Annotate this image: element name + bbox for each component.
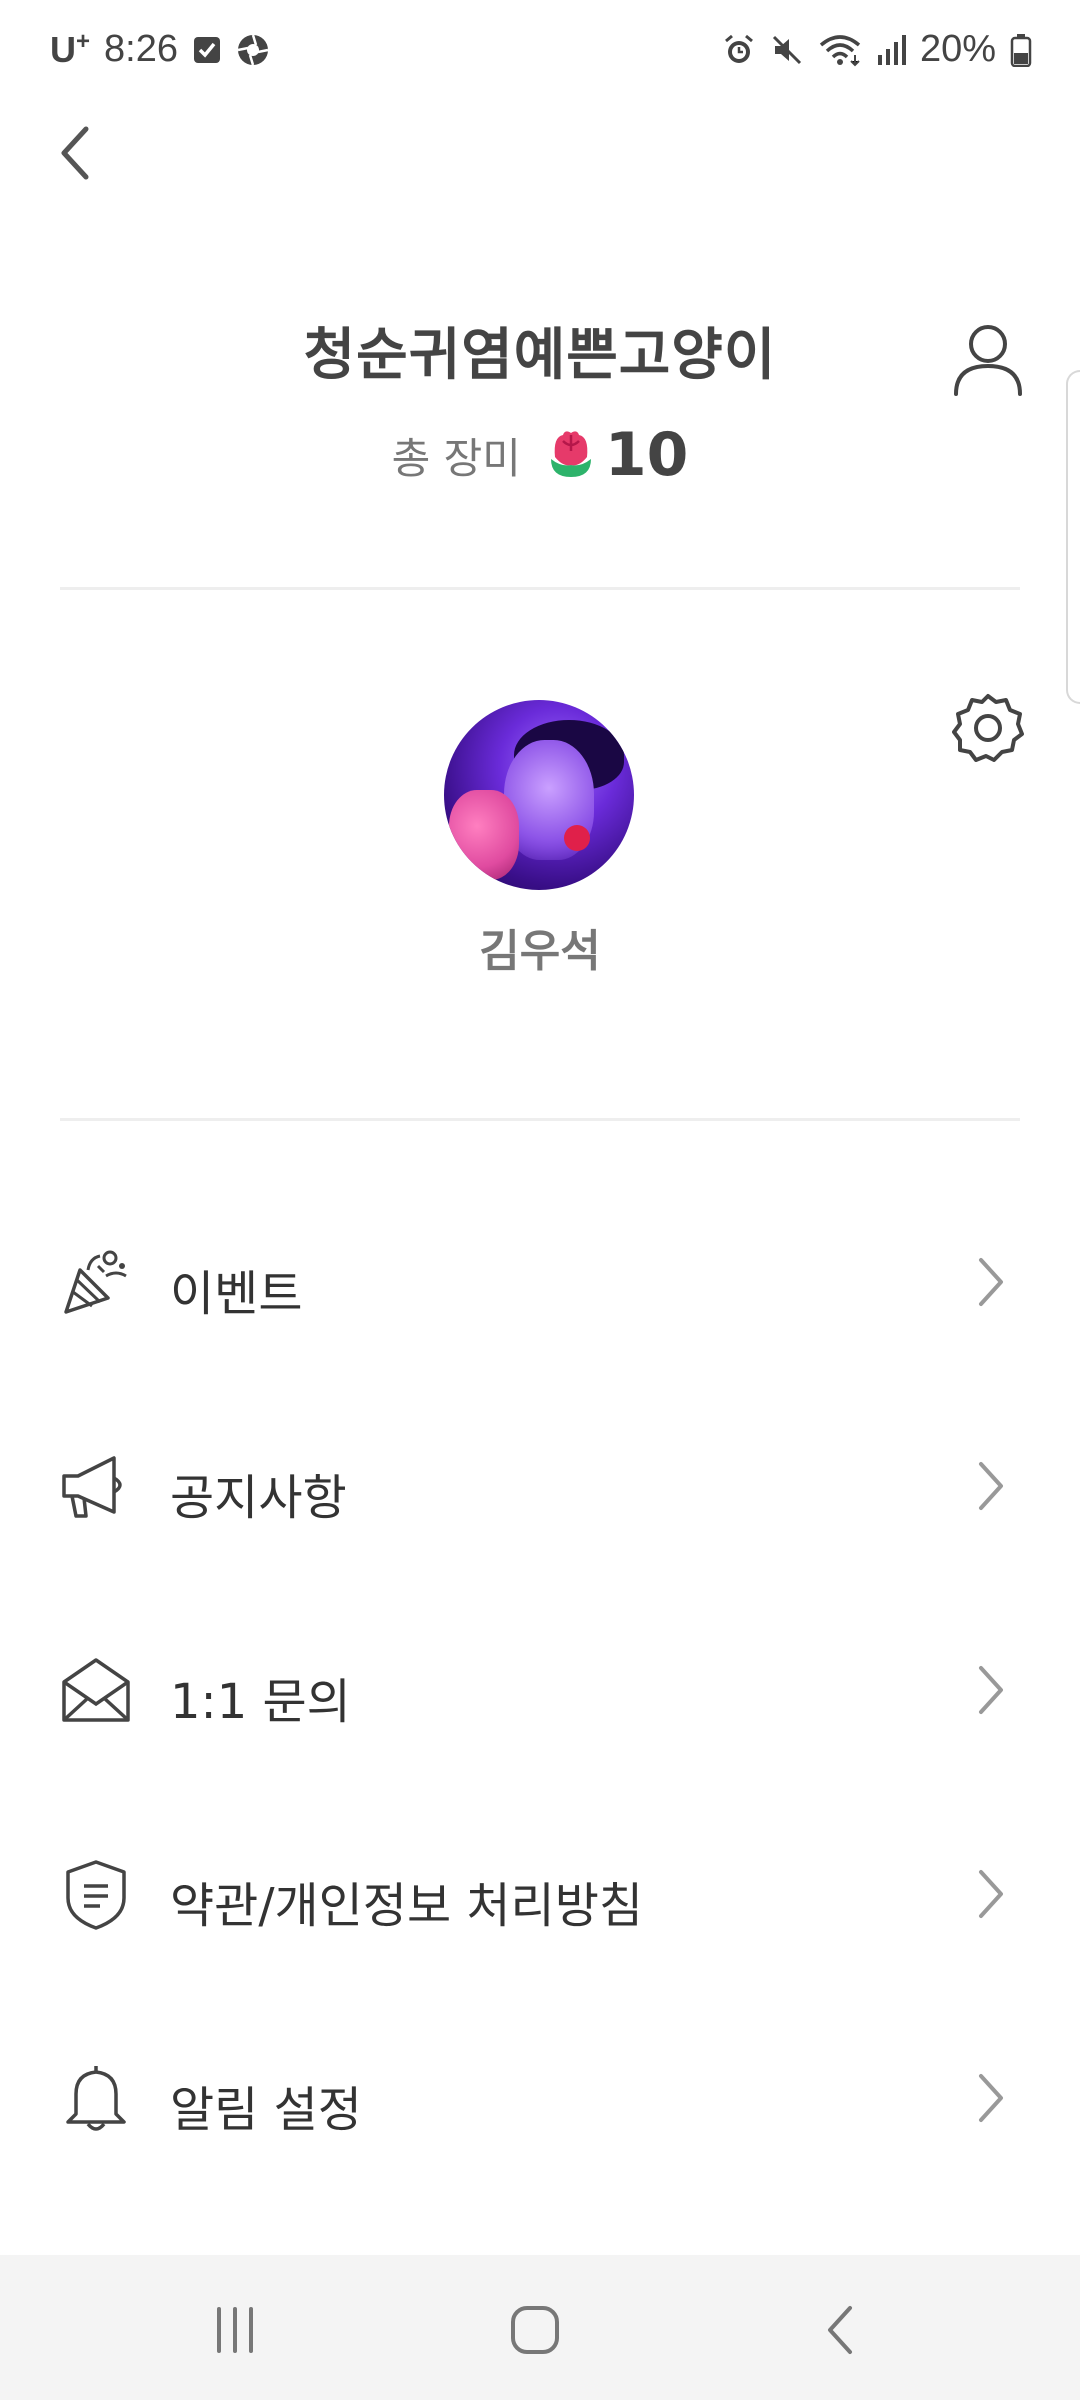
avatar[interactable]	[444, 700, 634, 890]
rose-label: 총 장미	[391, 433, 521, 483]
menu-item-label: 약관/개인정보 처리방침	[170, 1878, 644, 1934]
chevron-right-icon	[975, 1866, 1007, 1922]
chevron-right-icon	[975, 1458, 1007, 1514]
system-nav-bar	[0, 2255, 1080, 2400]
checkbox-icon	[192, 35, 222, 65]
chevron-right-icon	[975, 1254, 1007, 1310]
home-icon	[511, 2306, 559, 2354]
chevron-right-icon	[975, 2070, 1007, 2126]
back-button[interactable]	[50, 118, 100, 188]
divider-middle	[60, 1118, 1020, 1121]
menu-item-label: 1:1 문의	[170, 1674, 351, 1730]
party-popper-icon	[60, 1246, 132, 1318]
chevron-left-icon	[61, 126, 89, 180]
bell-icon	[60, 2062, 132, 2134]
home-button[interactable]	[490, 2295, 580, 2365]
user-profile-button[interactable]	[950, 320, 1026, 400]
battery-percent: 20%	[919, 28, 996, 70]
wifi-icon	[818, 33, 862, 67]
edge-panel-handle[interactable]	[1066, 370, 1080, 704]
aperture-icon	[236, 33, 270, 67]
settings-button[interactable]	[950, 690, 1026, 766]
status-right: 20%	[722, 28, 1032, 71]
recents-button[interactable]	[190, 2295, 280, 2365]
menu-item-label: 알림 설정	[170, 2082, 362, 2138]
chevron-right-icon	[975, 1662, 1007, 1718]
nav-back-button[interactable]	[795, 2295, 885, 2365]
person-icon	[954, 325, 1022, 396]
rose-summary: 총 장미 10	[0, 420, 1080, 490]
clock: 8:26	[104, 28, 178, 70]
rose-icon	[545, 427, 597, 483]
signal-icon	[876, 33, 906, 67]
back-icon	[828, 2306, 852, 2354]
alarm-icon	[722, 33, 756, 67]
status-left: U+ 8:26	[50, 28, 270, 71]
profile-header: 청순귀염예쁜고양이	[0, 310, 1080, 391]
gear-icon	[952, 694, 1024, 762]
rose-count: 10	[604, 420, 689, 490]
divider-top	[60, 587, 1020, 590]
menu-item-label: 이벤트	[170, 1266, 303, 1322]
megaphone-icon	[60, 1450, 132, 1522]
menu-item-terms[interactable]: 약관/개인정보 처리방침	[0, 1824, 1080, 1964]
status-bar: U+ 8:26 20%	[0, 0, 1080, 100]
menu-item-label: 공지사항	[170, 1470, 347, 1526]
mute-icon	[770, 33, 804, 67]
menu-item-notification-settings[interactable]: 알림 설정	[0, 2028, 1080, 2168]
user-name: 김우석	[479, 926, 601, 977]
battery-icon	[1010, 33, 1032, 67]
nickname: 청순귀염예쁜고양이	[303, 323, 777, 388]
menu-item-inquiry[interactable]: 1:1 문의	[0, 1620, 1080, 1760]
envelope-icon	[60, 1654, 132, 1726]
shield-document-icon	[60, 1858, 132, 1930]
menu-item-notice[interactable]: 공지사항	[0, 1416, 1080, 1556]
carrier-label: U+	[50, 28, 91, 70]
menu-item-event[interactable]: 이벤트	[0, 1212, 1080, 1352]
recents-icon	[217, 2307, 253, 2353]
